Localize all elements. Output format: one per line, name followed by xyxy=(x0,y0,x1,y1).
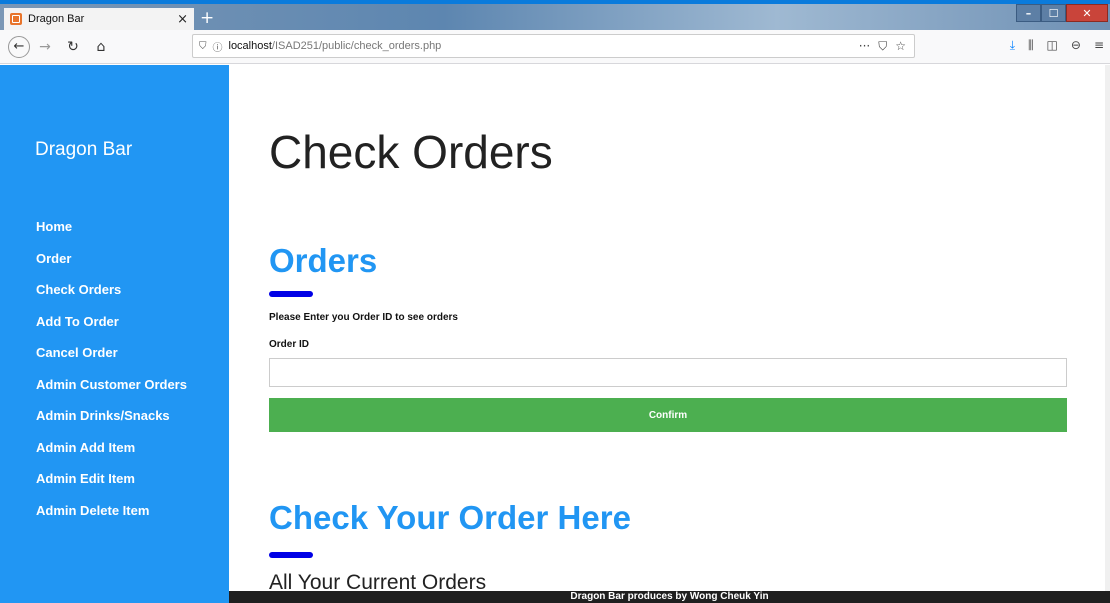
tab-title: Dragon Bar xyxy=(28,13,85,25)
main-content: Check Orders Orders Please Enter you Ord… xyxy=(229,65,1110,603)
sidebar: Dragon Bar Home Order Check Orders Add T… xyxy=(0,65,229,603)
window-controls: – ☐ ✕ xyxy=(1016,4,1108,24)
page-title: Check Orders xyxy=(269,126,553,178)
forward-arrow-icon[interactable]: → xyxy=(34,39,56,55)
sidebar-menu: Home Order Check Orders Add To Order Can… xyxy=(36,219,187,534)
sidebar-item-admin-drinks-snacks[interactable]: Admin Drinks/Snacks xyxy=(36,408,187,440)
order-id-input[interactable] xyxy=(269,358,1067,387)
bookmark-star-icon[interactable]: ☆ xyxy=(895,39,906,54)
brand-title[interactable]: Dragon Bar xyxy=(35,139,132,161)
url-actions: ··· ⛉ ☆ xyxy=(859,39,914,54)
url-text: localhost/ISAD251/public/check_orders.ph… xyxy=(228,40,442,52)
instruction-text: Please Enter you Order ID to see orders xyxy=(269,312,458,323)
sidebar-item-add-to-order[interactable]: Add To Order xyxy=(36,314,187,346)
sidebar-toggle-icon[interactable]: ◫ xyxy=(1047,38,1058,53)
url-bar[interactable]: ⛉ ⓘ localhost/ISAD251/public/check_order… xyxy=(192,34,915,58)
sidebar-item-cancel-order[interactable]: Cancel Order xyxy=(36,345,187,377)
orders-heading-underline xyxy=(269,291,313,297)
reload-icon[interactable]: ↻ xyxy=(62,39,84,55)
home-icon[interactable]: ⌂ xyxy=(90,39,112,55)
site-favicon-icon xyxy=(10,13,22,25)
confirm-button[interactable]: Confirm xyxy=(269,398,1067,432)
browser-tab[interactable]: Dragon Bar × xyxy=(4,8,194,30)
close-window-icon[interactable]: ✕ xyxy=(1066,4,1108,22)
sidebar-item-admin-edit-item[interactable]: Admin Edit Item xyxy=(36,471,187,503)
sidebar-item-admin-add-item[interactable]: Admin Add Item xyxy=(36,440,187,472)
account-icon[interactable]: ⊖ xyxy=(1071,38,1081,53)
menu-icon[interactable]: ≡ xyxy=(1094,38,1104,53)
pocket-icon[interactable]: ⛉ xyxy=(878,39,887,54)
check-order-heading: Check Your Order Here xyxy=(269,499,631,536)
maximize-icon[interactable]: ☐ xyxy=(1041,4,1066,22)
sidebar-item-admin-customer-orders[interactable]: Admin Customer Orders xyxy=(36,377,187,409)
sidebar-item-check-orders[interactable]: Check Orders xyxy=(36,282,187,314)
download-icon[interactable]: ⤓ xyxy=(1010,38,1015,53)
browser-title-bar: Dragon Bar × + – ☐ ✕ xyxy=(0,0,1110,30)
sidebar-item-order[interactable]: Order xyxy=(36,251,187,283)
back-arrow-icon[interactable]: ← xyxy=(8,35,30,58)
page-actions-icon[interactable]: ··· xyxy=(859,39,870,54)
check-order-heading-underline xyxy=(269,552,313,558)
close-tab-icon[interactable]: × xyxy=(177,12,188,27)
orders-heading: Orders xyxy=(269,242,378,279)
page-footer: Dragon Bar produces by Wong Cheuk Yin xyxy=(229,591,1110,603)
new-tab-button[interactable]: + xyxy=(200,8,214,28)
tracking-shield-icon[interactable]: ⛉ xyxy=(199,41,207,52)
sidebar-item-admin-delete-item[interactable]: Admin Delete Item xyxy=(36,503,187,535)
browser-toolbar-right: ⤓ ⫼ ◫ ⊖ ≡ xyxy=(1010,38,1104,53)
minimize-icon[interactable]: – xyxy=(1016,4,1041,22)
page-scrollbar[interactable] xyxy=(1105,65,1110,591)
browser-nav-bar: ← → ↻ ⌂ ⛉ ⓘ localhost/ISAD251/public/che… xyxy=(0,30,1110,64)
order-id-label: Order ID xyxy=(269,339,310,350)
library-icon[interactable]: ⫼ xyxy=(1028,38,1034,53)
sidebar-item-home[interactable]: Home xyxy=(36,219,187,251)
site-info-icon[interactable]: ⓘ xyxy=(213,39,223,54)
